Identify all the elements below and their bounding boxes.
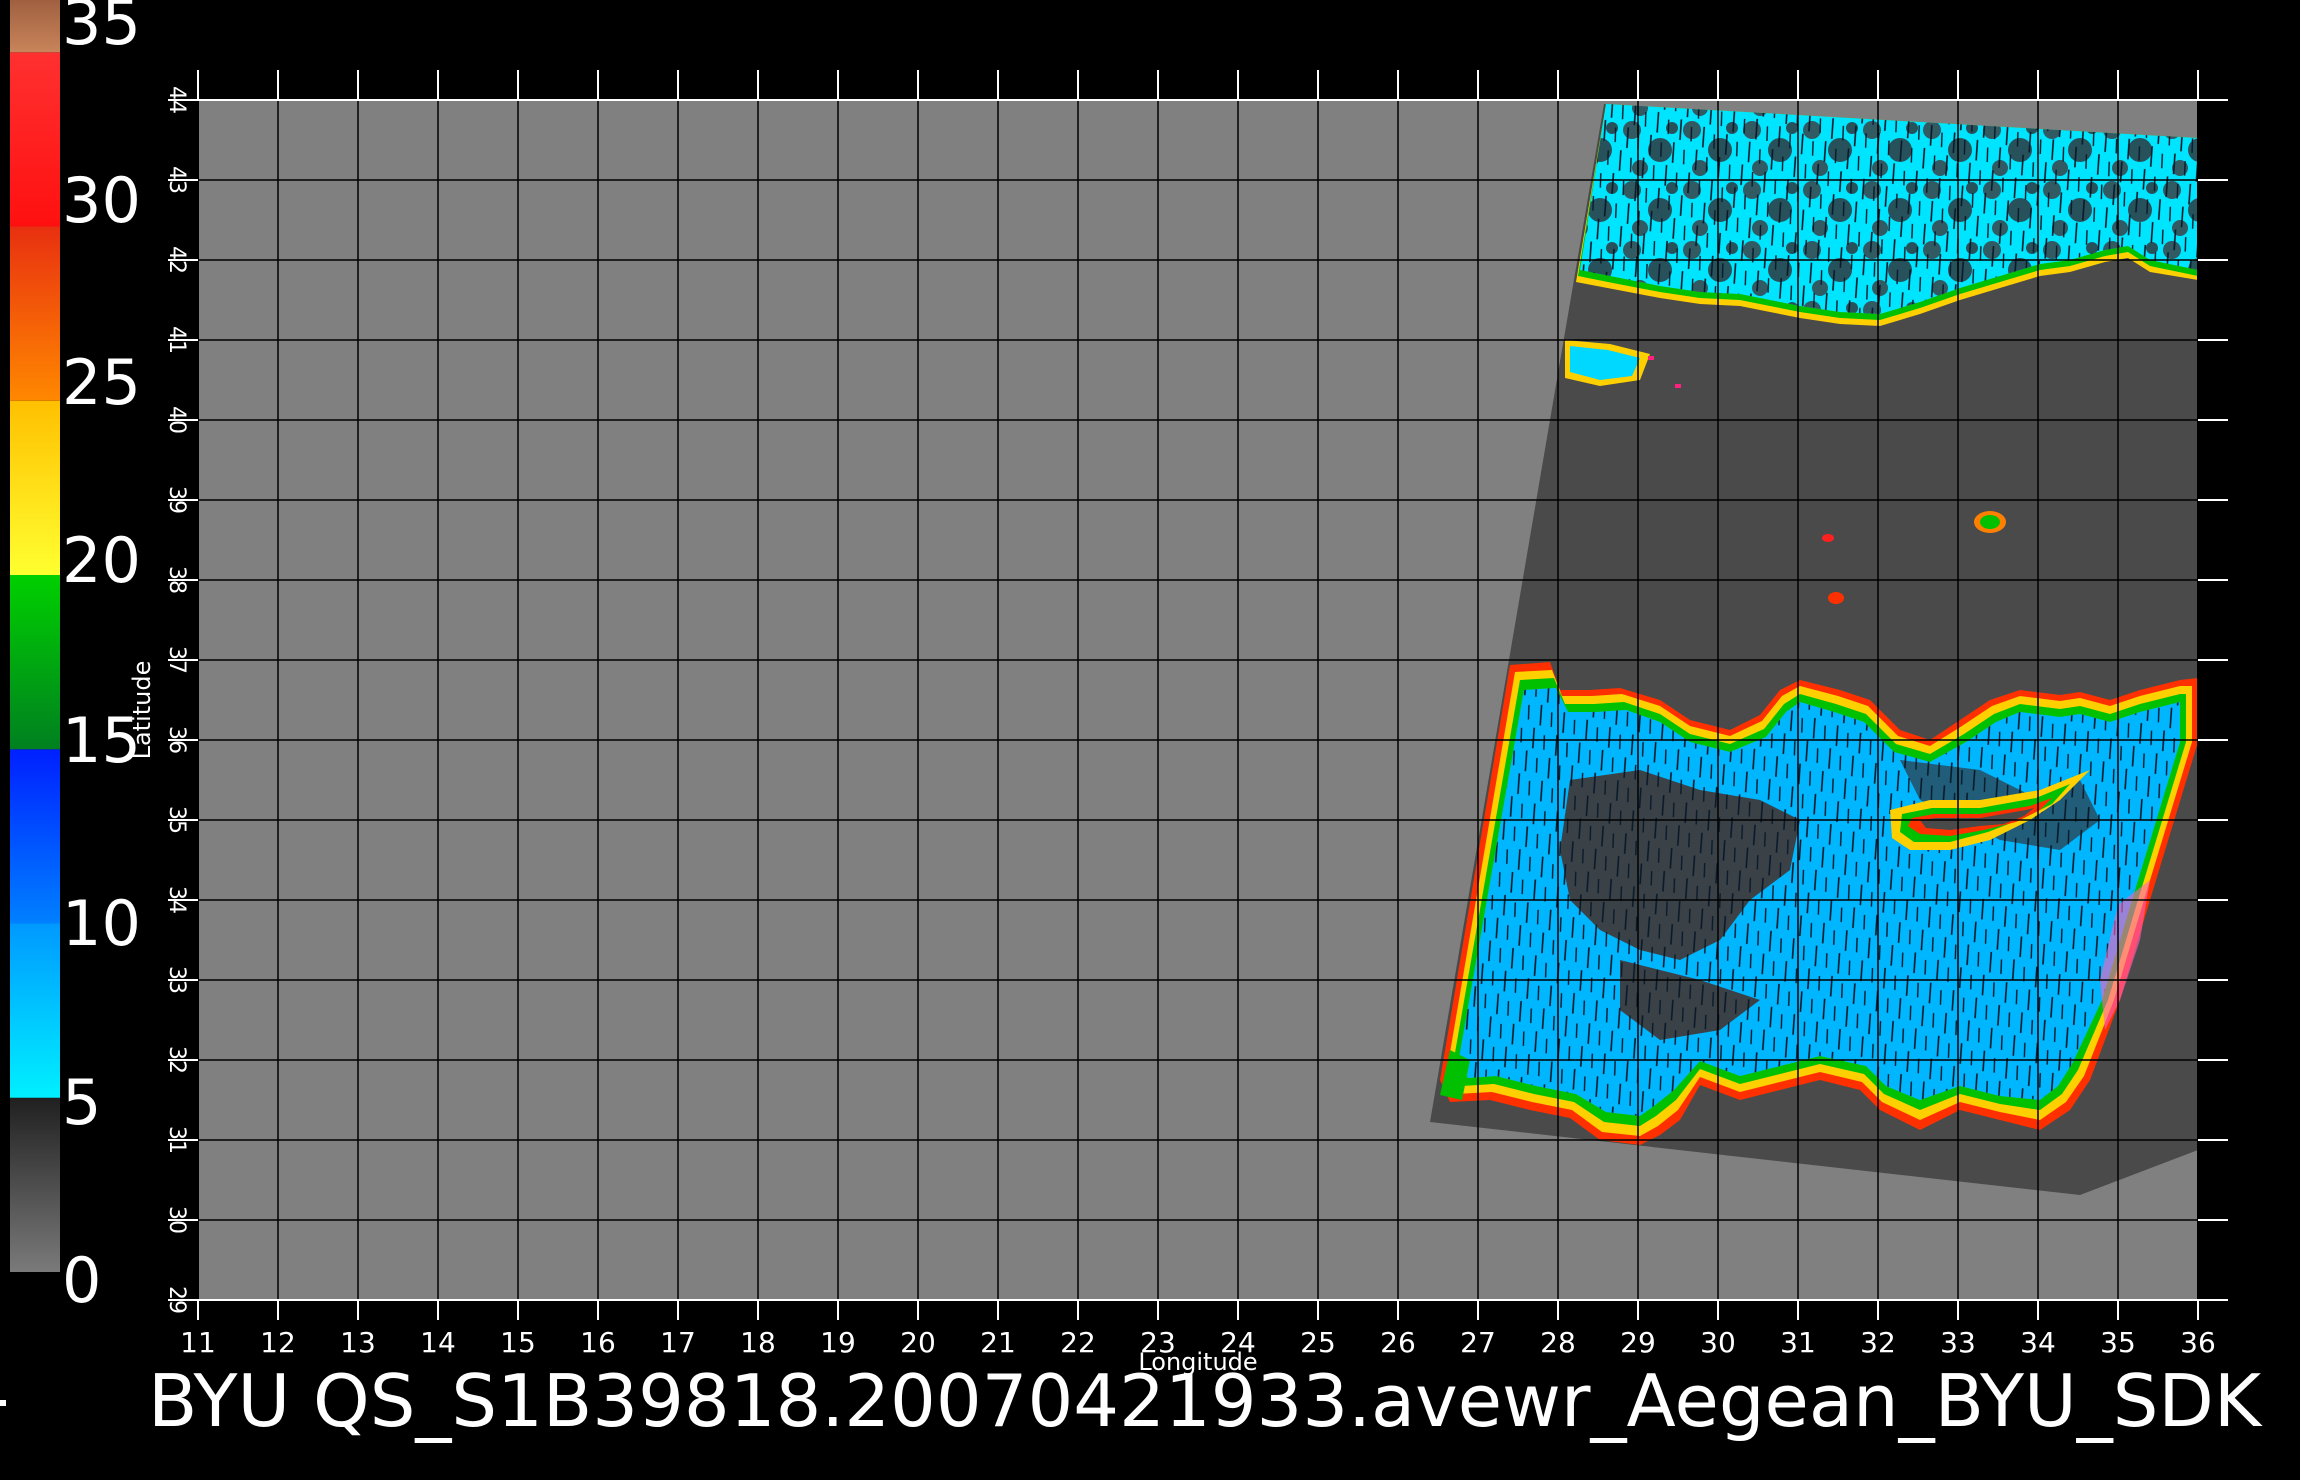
y-axis-label: Latitude [128, 661, 156, 760]
longitude-tick-label: 16 [580, 1326, 616, 1359]
longitude-tick-label: 18 [740, 1326, 776, 1359]
longitude-tick-label: 13 [340, 1326, 376, 1359]
latitude-tick-label: 42 [164, 246, 189, 274]
longitude-tick-label: 27 [1460, 1326, 1496, 1359]
latitude-tick-label: 30 [164, 1206, 189, 1234]
longitude-tick-label: 28 [1540, 1326, 1576, 1359]
longitude-tick-label: 34 [2020, 1326, 2056, 1359]
longitude-tick-label: 14 [420, 1326, 456, 1359]
latitude-tick-label: 37 [164, 646, 189, 674]
latitude-tick-label: 44 [164, 86, 189, 114]
longitude-tick-label: 11 [180, 1326, 216, 1359]
latitude-tick-label: 43 [164, 166, 189, 194]
longitude-tick-label: 15 [500, 1326, 536, 1359]
latitude-tick-label: 34 [164, 886, 189, 914]
longitude-tick-label: 12 [260, 1326, 296, 1359]
latitude-tick-label: 29 [164, 1286, 189, 1314]
longitude-tick-label: 20 [900, 1326, 936, 1359]
latitude-tick-label: 36 [164, 726, 189, 754]
longitude-tick-label: 31 [1780, 1326, 1816, 1359]
longitude-tick-label: 17 [660, 1326, 696, 1359]
wind-field-map: 11 12 13 14 15 16 17 18 19 20 21 22 23 24 25 26 27 28 29 30… [128, 70, 2228, 1376]
longitude-tick-label: 19 [820, 1326, 856, 1359]
latitude-tick-label: 41 [164, 326, 189, 354]
latitude-tick-label: 40 [164, 406, 189, 434]
longitude-tick-label: 33 [1940, 1326, 1976, 1359]
longitude-tick-label: 21 [980, 1326, 1016, 1359]
mediterranean-region [1440, 662, 2198, 1145]
longitude-tick-label: 30 [1700, 1326, 1736, 1359]
longitude-tick-label: 26 [1380, 1326, 1416, 1359]
latitude-tick-label: 32 [164, 1046, 189, 1074]
longitude-tick-label: 35 [2100, 1326, 2136, 1359]
longitude-tick-label: 29 [1620, 1326, 1656, 1359]
latitude-tick-label: 39 [164, 486, 189, 514]
margin-marker [0, 1400, 6, 1406]
longitude-tick-label: 22 [1060, 1326, 1096, 1359]
latitude-tick-label: 31 [164, 1126, 189, 1154]
latitude-tick-label: 33 [164, 966, 189, 994]
product-title: BYU QS_S1B39818.20070421933.avewr_Aegean… [148, 1359, 2262, 1443]
latitude-tick-labels: 29 30 31 32 33 34 35 36 37 38 39 40 41 42 43 44 [164, 86, 189, 1314]
longitude-tick-label: 25 [1300, 1326, 1336, 1359]
longitude-tick-label: 36 [2180, 1326, 2216, 1359]
longitude-tick-label: 32 [1860, 1326, 1896, 1359]
latitude-tick-label: 35 [164, 806, 189, 834]
latitude-tick-label: 38 [164, 566, 189, 594]
